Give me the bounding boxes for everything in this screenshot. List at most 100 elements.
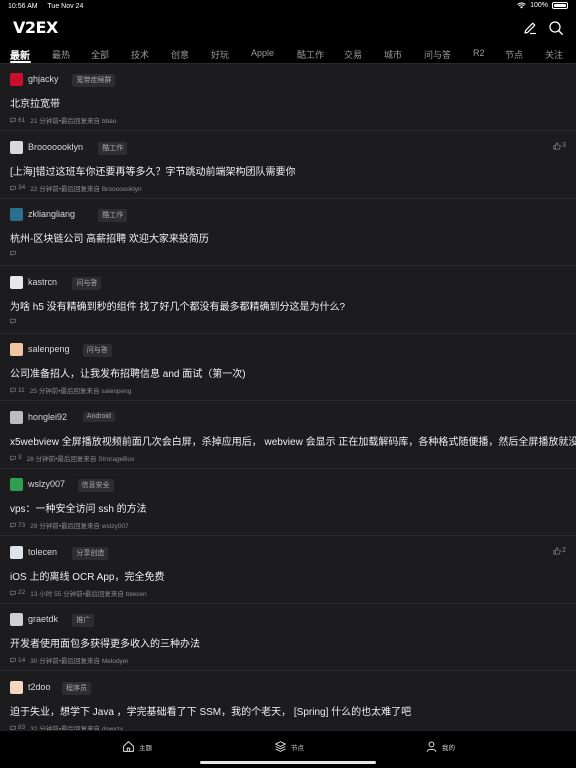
- comment-icon: [10, 117, 16, 123]
- topic-title[interactable]: 公司准备招人，让我发布招聘信息 and 面试（第一次): [10, 365, 246, 380]
- tab-city[interactable]: 城市: [384, 48, 402, 61]
- tab-r2[interactable]: R2: [473, 48, 485, 58]
- avatar[interactable]: [10, 478, 23, 491]
- tab-deals[interactable]: 交易: [344, 48, 362, 61]
- tab-latest[interactable]: 最新: [10, 47, 30, 62]
- like-count: 3: [553, 141, 566, 150]
- topic-title[interactable]: 为啥 h5 没有精确到秒的组件 找了好几个都没有最多都精确到分这是为什么?: [10, 298, 345, 313]
- avatar[interactable]: [10, 680, 23, 694]
- tab-qna[interactable]: 问与答: [424, 48, 451, 61]
- nav-bar: V2EX: [0, 14, 576, 42]
- topic-row[interactable]: salenpeng 问与答公司准备招人，让我发布招聘信息 and 面试（第一次) 1…: [0, 334, 576, 401]
- topic-username[interactable]: salenpeng: [28, 344, 70, 354]
- avatar[interactable]: [10, 343, 23, 356]
- topic-username[interactable]: Brooooooklyn: [28, 142, 83, 152]
- tab-follow[interactable]: 关注: [545, 48, 563, 61]
- topic-meta-text: 13 小时 55 分钟前•最后回复来自 tolecen: [30, 590, 147, 598]
- topic-row[interactable]: zkliangliang 酷工作杭州-区块链公司 高薪招聘 欢迎大家来投简历: [0, 199, 576, 266]
- topic-meta-text: 30 分钟前•最后回复来自 Melodyer: [30, 658, 129, 665]
- reply-count: 14: [18, 656, 26, 664]
- node-badge[interactable]: 宽带症候群: [72, 74, 116, 87]
- tab-hot[interactable]: 最热: [52, 48, 70, 61]
- avatar[interactable]: [10, 275, 23, 289]
- comment-icon: [10, 250, 16, 256]
- status-date: Tue Nov 24: [47, 3, 84, 10]
- topic-username[interactable]: zkliangliang: [28, 209, 75, 219]
- node-badge[interactable]: 酷工作: [98, 209, 128, 222]
- pencil-icon[interactable]: [522, 20, 538, 36]
- battery-icon: [552, 2, 568, 9]
- node-badge[interactable]: Android: [82, 411, 115, 422]
- tab-fun[interactable]: 好玩: [211, 48, 229, 61]
- topic-row[interactable]: wslzy007 信息安全 vps：一种安全访问 ssh 的方法 73 29 分钟前•最…: [0, 469, 576, 536]
- topic-meta: 22 13 小时 55 分钟前•最后回复来自 tolecen: [10, 588, 147, 598]
- topic-row[interactable]: t2doo 程序员迫于失业，想学下 Java ，学完基础看了下 SSM，我的个老天…: [0, 672, 576, 731]
- topic-title[interactable]: 北京拉宽带: [10, 95, 60, 110]
- avatar[interactable]: [10, 545, 23, 559]
- topic-meta: 3 28 分钟前•最后回复来自 StrorageBox: [10, 453, 134, 463]
- reply-count: 22: [18, 589, 26, 596]
- topic-meta: 14 30 分钟前•最后回复来自 Melodyer: [10, 655, 129, 665]
- topic-meta: 11 25 分钟前•最后回复来自 salenpeng: [10, 385, 131, 395]
- bottom-tab-nodes[interactable]: 节点: [274, 740, 304, 753]
- topic-meta-text: 22 分钟前•最后回复来自 Brooooooklyn: [30, 185, 142, 193]
- wifi-icon: [517, 2, 526, 9]
- node-tabs: 最新 最热 全部 技术 创意 好玩 Apple 酷工作 交易 城市 问与答 R2…: [0, 42, 576, 64]
- status-bar: 10:56 AM Tue Nov 24 100%: [0, 0, 576, 14]
- node-badge[interactable]: 问与答: [72, 276, 102, 290]
- topic-meta-text: 28 分钟前•最后回复来自 StrorageBox: [26, 455, 135, 463]
- active-tab-indicator: [10, 61, 31, 63]
- topic-username[interactable]: kastrcn: [28, 277, 57, 287]
- bottom-tab-me[interactable]: 我的: [425, 740, 455, 753]
- comment-icon: [10, 318, 16, 324]
- app-logo: V2EX: [13, 18, 58, 37]
- bottom-tab-topics[interactable]: 主题: [122, 740, 152, 753]
- reply-count: 11: [18, 386, 25, 394]
- node-badge[interactable]: 分享创造: [72, 546, 109, 560]
- avatar[interactable]: [10, 613, 23, 626]
- avatar[interactable]: [10, 73, 23, 86]
- topic-username[interactable]: honglei92: [28, 412, 67, 422]
- thumbs-up-icon: [553, 141, 561, 150]
- topic-title[interactable]: iOS 上的离线 OCR App，完全免费: [10, 568, 164, 583]
- topic-title[interactable]: 开发者使用面包多获得更多收入的三种办法: [10, 635, 200, 650]
- topic-list: ghjacky 宽带症候群 北京拉宽带 61 21 分钟前•最后回复来自 bbao Bro…: [0, 64, 576, 730]
- topic-row[interactable]: ghjacky 宽带症候群 北京拉宽带 61 21 分钟前•最后回复来自 bbao: [0, 64, 576, 131]
- topic-meta: 73 29 分钟前•最后回复来自 wslzy007: [10, 520, 129, 530]
- node-badge[interactable]: 问与答: [82, 344, 112, 357]
- topic-title[interactable]: x5webview 全屏播放视频前面几次会白屏，杀掉应用后， webview 会…: [10, 433, 576, 448]
- topic-title[interactable]: 杭州-区块链公司 高薪招聘 欢迎大家来投简历: [10, 230, 209, 245]
- tab-apple[interactable]: Apple: [251, 48, 274, 58]
- topic-username[interactable]: graetdk: [28, 614, 58, 624]
- node-badge[interactable]: 酷工作: [98, 141, 128, 155]
- avatar[interactable]: [10, 208, 23, 221]
- topic-username[interactable]: ghjacky: [28, 74, 59, 84]
- avatar[interactable]: [10, 410, 23, 424]
- comment-icon: [10, 455, 16, 461]
- node-badge[interactable]: 推广: [72, 614, 95, 627]
- tab-nodes[interactable]: 节点: [505, 48, 523, 61]
- topic-row[interactable]: kastrcn 问与答为啥 h5 没有精确到秒的组件 找了好几个都没有最多都精确到…: [0, 267, 576, 334]
- bottom-tab-label: 主题: [139, 744, 152, 752]
- node-badge[interactable]: 信息安全: [77, 479, 114, 492]
- tab-all[interactable]: 全部: [91, 48, 109, 61]
- avatar[interactable]: [10, 140, 23, 154]
- topic-title[interactable]: 迫于失业，想学下 Java ，学完基础看了下 SSM，我的个老天， [Sprin…: [10, 703, 411, 718]
- topic-row[interactable]: graetdk 推广开发者使用面包多获得更多收入的三种办法 14 30 分钟前•最后回…: [0, 604, 576, 671]
- topic-row[interactable]: tolecen 分享创造 2 iOS 上的离线 OCR App，完全免费 22 13 小时…: [0, 537, 576, 604]
- search-icon[interactable]: [548, 20, 564, 36]
- topic-title[interactable]: vps：一种安全访问 ssh 的方法: [10, 500, 147, 515]
- tab-creative[interactable]: 创意: [171, 48, 189, 61]
- topic-row[interactable]: honglei92 Android x5webview 全屏播放视频前面几次会白屏，…: [0, 402, 576, 469]
- topic-row[interactable]: Brooooooklyn 酷工作 3 [上海]错过这班车你还要再等多久？字节跳动前端架…: [0, 132, 576, 199]
- topic-username[interactable]: t2doo: [28, 682, 51, 692]
- topic-username[interactable]: wslzy007: [28, 479, 65, 489]
- like-count-value: 3: [562, 142, 566, 149]
- tab-tech[interactable]: 技术: [131, 48, 149, 61]
- topic-username[interactable]: tolecen: [28, 547, 57, 557]
- topic-meta-text: 32 分钟前•最后回复来自 dswyzx: [30, 725, 124, 731]
- tab-jobs[interactable]: 酷工作: [297, 48, 324, 61]
- topic-title[interactable]: [上海]错过这班车你还要再等多久？字节跳动前端架构团队需要你: [10, 163, 296, 178]
- battery-percent: 100%: [530, 2, 548, 9]
- node-badge[interactable]: 程序员: [62, 681, 91, 695]
